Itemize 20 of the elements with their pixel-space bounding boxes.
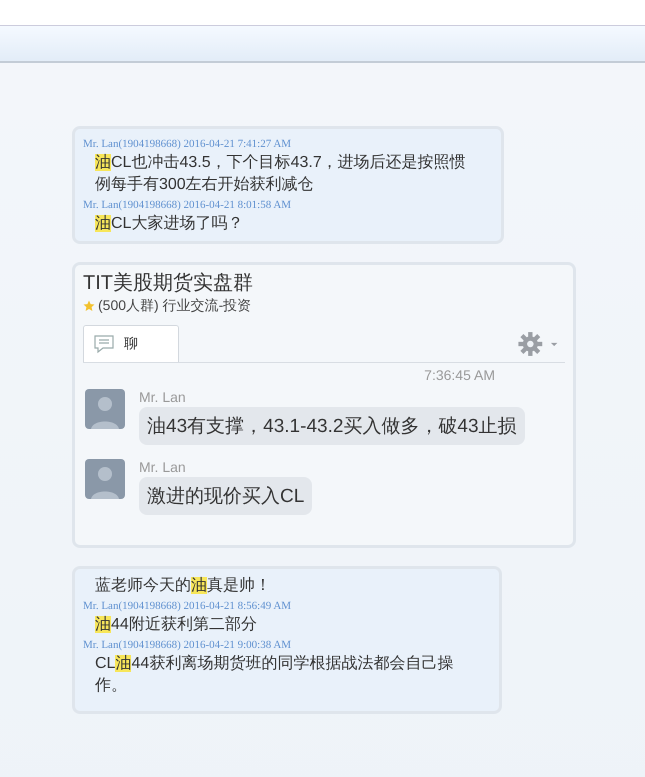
message-meta: Mr. Lan(1904198668) 2016-04-21 7:41:27 AM (83, 138, 292, 150)
message-meta: Mr. Lan(1904198668) 2016-04-21 8:56:49 AM (83, 600, 292, 612)
message-text: 油CL大家进场了吗？ (95, 214, 244, 234)
sender-name: Mr. Lan (139, 459, 187, 475)
message-text: 油CL也冲击43.5，下个目标43.7，进场后还是按照惯例每手有300左右开始获利减仓 (95, 152, 467, 195)
message-text: 油44附近获利第二部分 (95, 614, 258, 635)
avatar (85, 459, 125, 499)
message-text: 蓝老师今天的油真是帅！ (95, 576, 272, 596)
message-bubble: 油43有支撑，43.1-43.2买入做多，破43止损 (139, 407, 525, 445)
message-text: CL油44获利离场期货班的同学根据战法都会自己操作。 (95, 654, 454, 696)
message-meta: Mr. Lan(1904198668) 2016-04-21 8:01:58 AM (83, 199, 292, 211)
avatar (85, 389, 125, 429)
group-title: TIT美股期货实盘群 (83, 271, 254, 296)
message-time: 7:36:45 AM (423, 367, 496, 383)
group-info: (500人群) 行业交流-投资 (98, 297, 252, 315)
message-meta: Mr. Lan(1904198668) 2016-04-21 9:00:38 AM (83, 639, 292, 651)
sender-name: Mr. Lan (139, 389, 187, 405)
chat-tab[interactable]: 聊 (83, 325, 179, 362)
message-bubble: 激进的现价买入CL (139, 477, 312, 515)
star-icon (83, 300, 95, 312)
